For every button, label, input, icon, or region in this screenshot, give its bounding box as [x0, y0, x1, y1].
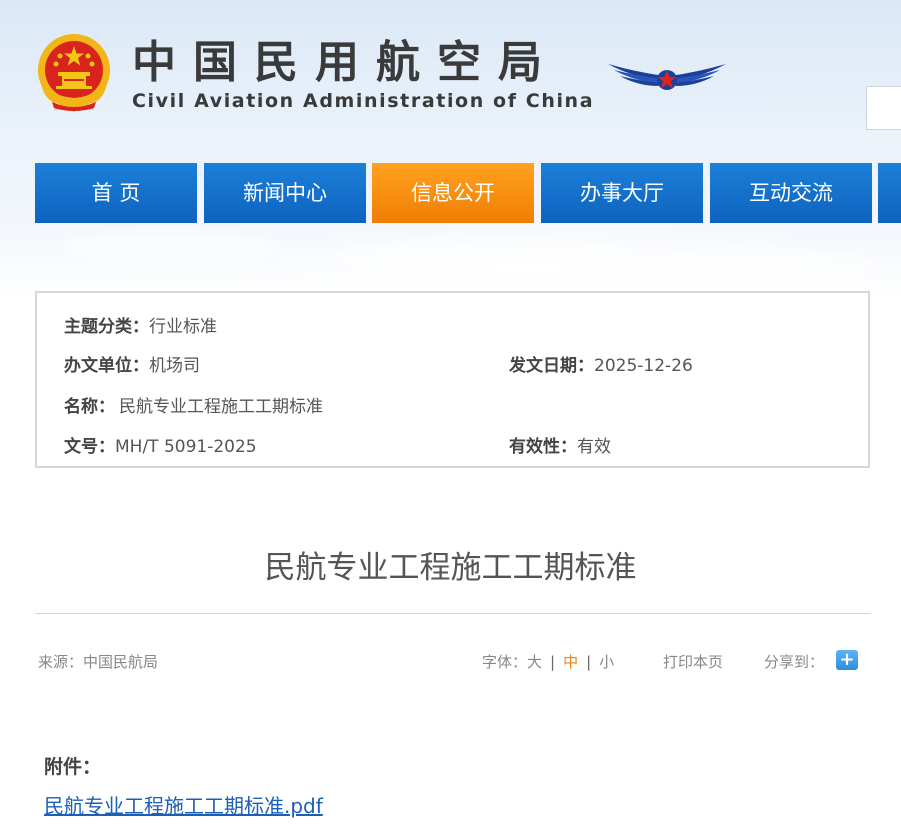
nav-item-service-hall[interactable]: 办事大厅 — [541, 163, 703, 223]
separator: | — [586, 653, 592, 671]
validity-row: 有效性：有效 — [509, 432, 611, 457]
name-row: 名称： 民航专业工程施工工期标准 — [64, 392, 323, 417]
plus-icon[interactable]: + — [836, 650, 858, 670]
national-emblem-icon — [38, 34, 110, 112]
validity-value: 有效 — [577, 437, 611, 457]
title-divider — [35, 613, 871, 614]
font-size-medium[interactable]: 中 — [563, 653, 578, 671]
caac-wing-logo-icon — [608, 64, 726, 90]
nav-item-home[interactable]: 首 页 — [35, 163, 197, 223]
doc-number-key: 文号： — [64, 437, 115, 457]
name-key: 名称： — [64, 397, 115, 417]
nav-item-more[interactable] — [878, 163, 901, 223]
doc-number-row: 文号：MH/T 5091-2025 — [64, 432, 257, 457]
separator: | — [550, 653, 556, 671]
date-value: 2025-12-26 — [594, 356, 693, 376]
site-title-en: Civil Aviation Administration of China — [132, 90, 595, 112]
source-label: 来源：中国民航局 — [38, 653, 159, 671]
nav-item-news[interactable]: 新闻中心 — [204, 163, 366, 223]
office-value: 机场司 — [149, 356, 200, 376]
share-label: 分享到： — [764, 653, 825, 671]
topic-key: 主题分类： — [64, 317, 149, 337]
search-input[interactable] — [866, 86, 901, 130]
font-size-large[interactable]: 大 — [527, 653, 542, 671]
office-row: 办文单位：机场司 — [64, 351, 200, 376]
name-value: 民航专业工程施工工期标准 — [119, 397, 323, 417]
nav-item-interaction[interactable]: 互动交流 — [710, 163, 872, 223]
font-size-small[interactable]: 小 — [599, 653, 614, 671]
attachment-label: 附件： — [44, 756, 102, 778]
office-key: 办文单位： — [64, 356, 149, 376]
font-size-controls: 字体：大 | 中 | 小 — [482, 651, 614, 672]
topic-row: 主题分类：行业标准 — [64, 312, 217, 337]
doc-number-value: MH/T 5091-2025 — [115, 437, 257, 457]
font-size-label: 字体： — [482, 653, 528, 671]
site-title-cn: 中国民用航空局 — [132, 37, 559, 88]
attachment-link[interactable]: 民航专业工程施工工期标准.pdf — [44, 790, 323, 819]
date-key: 发文日期： — [509, 356, 594, 376]
topic-value: 行业标准 — [149, 317, 217, 337]
article-title: 民航专业工程施工工期标准 — [264, 550, 637, 586]
print-link[interactable]: 打印本页 — [663, 651, 723, 672]
date-row: 发文日期：2025-12-26 — [509, 351, 693, 376]
validity-key: 有效性： — [509, 437, 577, 457]
nav-item-info-disclosure[interactable]: 信息公开 — [372, 163, 534, 223]
document-info-box: 主题分类：行业标准 办文单位：机场司 发文日期：2025-12-26 名称： 民航… — [35, 291, 870, 468]
